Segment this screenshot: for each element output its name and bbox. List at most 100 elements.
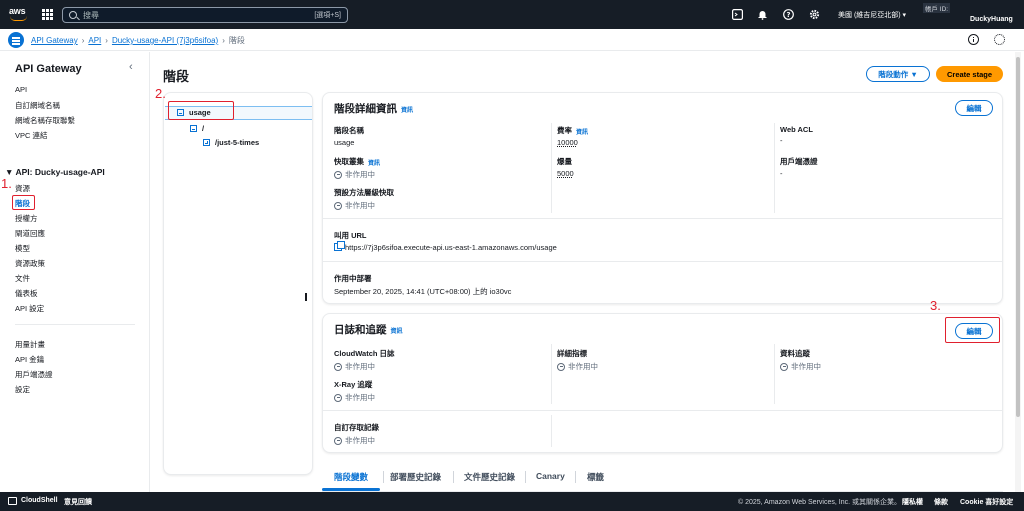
scrollbar[interactable]	[1015, 52, 1021, 492]
svg-text:?: ?	[786, 11, 790, 19]
breadcrumb-current: 階段	[228, 36, 245, 45]
sidebar-item-resource-policy[interactable]: 資源政策	[15, 258, 45, 269]
sidebar-item-vpc-links[interactable]: VPC 連結	[15, 130, 48, 141]
search-input[interactable]	[83, 9, 283, 21]
annotation-box-stages	[12, 195, 35, 210]
stage-name-value: usage	[334, 138, 355, 147]
tab-canary[interactable]: Canary	[536, 471, 565, 481]
gear-icon[interactable]	[808, 8, 821, 21]
logs-tracing-card: 日誌和追蹤 資訊 編輯 CloudWatch 日誌 非作用中 詳細指標 非作用中 …	[322, 313, 1003, 453]
annotation-box-edit	[945, 317, 1000, 343]
feedback-link[interactable]: 意見回饋	[64, 497, 92, 507]
breadcrumb-api[interactable]: API	[88, 36, 101, 45]
tab-documentation-history[interactable]: 文件歷史記錄	[464, 471, 515, 483]
copy-icon[interactable]	[334, 241, 345, 251]
sidebar-item-documentation[interactable]: 文件	[15, 273, 30, 284]
sidebar-item-api-keys[interactable]: API 金鑰	[15, 354, 44, 365]
aws-logo[interactable]: aws	[8, 5, 30, 23]
edit-stage-button[interactable]: 編輯	[955, 100, 993, 116]
invoke-url-value[interactable]: https://7j3p6sifoa.execute-api.us-east-1…	[345, 243, 557, 252]
sidebar-item-dashboard[interactable]: 儀表板	[15, 288, 38, 299]
stage-details-card: 階段詳細資訊 資訊 編輯 階段名稱 usage 費率 資訊 10000 Web AC…	[322, 92, 1003, 304]
bell-icon[interactable]	[756, 8, 769, 21]
sidebar-item-api-settings[interactable]: API 設定	[15, 303, 44, 314]
cloudwatch-logs-field: CloudWatch 日誌 非作用中	[334, 349, 395, 371]
cache-field: 快取叢集 資訊 非作用中	[334, 157, 381, 179]
tab-tags[interactable]: 標籤	[587, 471, 604, 483]
sidebar-item-models[interactable]: 模型	[15, 243, 30, 254]
inactive-icon	[334, 170, 342, 179]
terms-link[interactable]: 條款	[934, 497, 948, 507]
inactive-icon	[780, 362, 788, 371]
inactive-icon	[334, 436, 342, 445]
footer: CloudShell 意見回饋 © 2025, Amazon Web Servi…	[0, 492, 1024, 511]
inactive-icon	[334, 393, 342, 402]
active-deployment-value: September 20, 2025, 14:41 (UTC+08:00) 上的…	[334, 287, 512, 296]
info-panel-icon[interactable]	[968, 34, 979, 45]
expand-icon[interactable]	[203, 139, 210, 146]
tree-item-just-5-times[interactable]: /just-5-times	[203, 138, 259, 147]
sidebar-api-section[interactable]: ▼ API: Ducky-usage-API	[5, 167, 105, 177]
info-link[interactable]: 資訊	[401, 108, 413, 114]
sidebar-item-domain-access[interactable]: 網域名稱存取聯繫	[15, 115, 75, 126]
sidebar-item-usage-plans[interactable]: 用量計畫	[15, 339, 45, 350]
rate-value: 10000	[557, 138, 578, 147]
logs-tracing-title: 日誌和追蹤 資訊	[334, 324, 403, 336]
sidebar-collapse-icon[interactable]: ‹	[129, 61, 133, 73]
account-menu[interactable]: DuckyHuang	[970, 16, 1013, 23]
annotation-1: 1.	[1, 176, 12, 191]
panel-resize-handle[interactable]	[305, 293, 307, 301]
search-box[interactable]: [選項+S]	[62, 7, 348, 23]
menu-icon[interactable]	[8, 32, 24, 48]
inactive-icon	[334, 362, 342, 371]
stage-name-field: 階段名稱 usage	[334, 126, 364, 147]
page-title: 階段	[163, 69, 190, 84]
xray-tracing-field: X-Ray 追蹤 非作用中	[334, 380, 375, 402]
breadcrumb-bar: API Gateway › API › Ducky-usage-API (7j3p6si…	[0, 29, 1024, 51]
services-grid-icon[interactable]	[42, 9, 53, 20]
webacl-field: Web ACL -	[780, 125, 813, 145]
access-logging-field: 自訂存取記錄 非作用中	[334, 423, 379, 445]
aws-smile-icon	[10, 16, 27, 21]
cloudshell-link[interactable]: CloudShell	[21, 497, 58, 504]
sidebar-item-authorizers[interactable]: 授權方	[15, 213, 38, 224]
account-id: 帳戶 ID:	[923, 3, 951, 13]
breadcrumb-api-name[interactable]: Ducky-usage-API (7j3p6sifoa)	[112, 36, 218, 45]
privacy-link[interactable]: 隱私權	[902, 497, 923, 507]
client-cert-field: 用戶端憑證 -	[780, 157, 818, 178]
help-icon[interactable]: ?	[782, 8, 795, 21]
tree-item-root[interactable]: /	[190, 124, 204, 133]
create-stage-button[interactable]: Create stage	[936, 66, 1003, 82]
client-cert-value: -	[780, 169, 783, 178]
sidebar-item-custom-domains[interactable]: 自訂網域名稱	[15, 100, 60, 111]
sidebar-item-gateway-responses[interactable]: 閘道回應	[15, 228, 45, 239]
cookie-preferences-link[interactable]: Cookie 喜好設定	[960, 497, 1013, 507]
sidebar-divider	[15, 324, 135, 325]
sidebar: API Gateway ‹ API 自訂網域名稱 網域名稱存取聯繫 VPC 連結…	[0, 52, 150, 492]
tab-deployment-history[interactable]: 部署歷史記錄	[390, 471, 441, 483]
region-selector[interactable]: 美國 (維吉尼亞北部) ▾	[838, 10, 906, 20]
breadcrumb-api-gateway[interactable]: API Gateway	[31, 36, 78, 45]
scrollbar-thumb[interactable]	[1016, 57, 1020, 417]
inactive-icon	[334, 201, 342, 210]
tree-item-label: /just-5-times	[215, 138, 260, 147]
cloudshell-icon[interactable]	[731, 8, 744, 21]
sidebar-title: API Gateway	[15, 63, 82, 75]
cloudshell-icon[interactable]	[8, 497, 17, 505]
sidebar-item-client-certs[interactable]: 用戶端憑證	[15, 369, 53, 380]
rate-field: 費率 資訊 10000	[557, 126, 589, 147]
info-link[interactable]: 資訊	[391, 329, 403, 335]
info-link[interactable]: 資訊	[368, 161, 380, 167]
tab-stage-variables[interactable]: 階段變數	[334, 471, 368, 483]
burst-value: 5000	[557, 169, 574, 178]
sidebar-item-api[interactable]: API	[15, 85, 27, 94]
data-tracing-field: 資料追蹤 非作用中	[780, 349, 821, 371]
burst-field: 爆量 5000	[557, 157, 574, 178]
settings-panel-icon[interactable]	[994, 34, 1005, 45]
sidebar-item-settings[interactable]: 設定	[15, 384, 30, 395]
collapse-icon[interactable]	[190, 125, 197, 132]
annotation-box-usage	[168, 101, 234, 120]
stage-actions-button[interactable]: 階段動作 ▼	[866, 66, 930, 82]
sidebar-item-resources[interactable]: 資源	[15, 183, 30, 194]
info-link[interactable]: 資訊	[576, 130, 588, 136]
